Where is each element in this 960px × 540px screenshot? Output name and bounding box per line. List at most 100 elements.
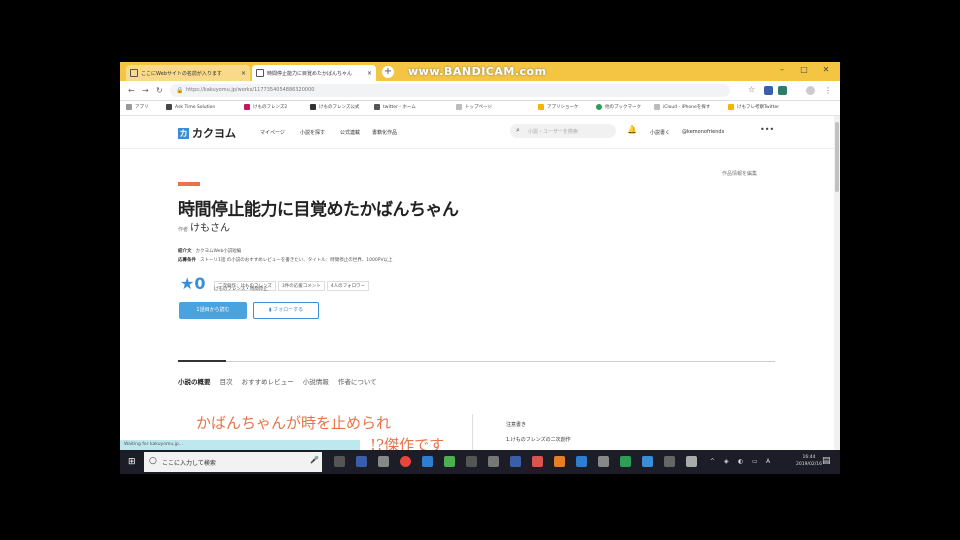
accent-bar [178, 182, 200, 186]
tab-reviews[interactable]: おすすめレビュー [242, 378, 294, 386]
app-icon[interactable] [620, 456, 631, 467]
app-icon[interactable] [576, 456, 587, 467]
site-icon [374, 104, 380, 110]
tab-label: ここにWebサイトの名前が入ります [141, 70, 222, 77]
scrollbar-thumb[interactable] [835, 122, 839, 192]
new-tab-button[interactable]: + [382, 66, 394, 78]
bell-icon[interactable]: 🔔 [627, 125, 637, 134]
bookmark-item[interactable]: けものフレンズ公式 [310, 104, 359, 110]
app-icon[interactable] [554, 456, 565, 467]
maximize-icon[interactable]: □ [794, 65, 814, 74]
nav-books[interactable]: 書籍化作品 [372, 129, 397, 136]
side-heading: 注意書き [506, 422, 527, 428]
browser-tab-active[interactable]: 時間停止能力に目覚めたかばんちゃん × [252, 65, 376, 81]
author-name[interactable]: けもさん [190, 223, 230, 234]
menu-icon[interactable]: ⋮ [824, 86, 832, 95]
mic-icon[interactable]: 🎤 [310, 456, 319, 464]
browser-tab[interactable]: ここにWebサイトの名前が入ります × [126, 65, 250, 81]
reload-icon[interactable]: ↻ [156, 86, 163, 95]
app-icon[interactable] [488, 456, 499, 467]
tab-strip: ここにWebサイトの名前が入ります × 時間停止能力に目覚めたかばんちゃん × … [120, 62, 840, 81]
user-menu[interactable]: @kemonofriends [682, 129, 724, 135]
site-search-input[interactable]: ⌕ 小説・ユーザーを検索 [510, 124, 616, 138]
site-logo[interactable]: カ カクヨム [178, 125, 236, 141]
app-icon[interactable] [422, 456, 433, 467]
volume-icon[interactable]: ◐ [738, 458, 743, 465]
nav-find-novels[interactable]: 小説を探す [300, 129, 325, 136]
author-line: 作者 けもさん [178, 219, 230, 234]
bookmark-item[interactable]: トップページ [456, 104, 492, 110]
meta-row: 紹介文 カクヨムWeb小説短編 [178, 249, 242, 254]
tag[interactable]: 4人のフォロワー [326, 281, 370, 291]
app-icon[interactable] [466, 456, 477, 467]
bookmark-item[interactable]: けもフレ考察Twitter [728, 104, 779, 110]
app-icon[interactable] [664, 456, 675, 467]
bookmark-item[interactable]: Ask Time Solution [166, 104, 215, 110]
bookmark-star-icon[interactable]: ☆ [748, 85, 755, 94]
app-icon[interactable] [532, 456, 543, 467]
site-icon [310, 104, 316, 110]
nav-mypage[interactable]: マイページ [260, 129, 285, 136]
notification-icon[interactable]: ▤ [822, 456, 831, 466]
network-icon[interactable]: ◈ [724, 458, 729, 465]
page-icon [130, 69, 138, 77]
app-icon[interactable] [356, 456, 367, 467]
clock[interactable]: 16:44 2019/02/16 [796, 454, 822, 468]
ime-icon[interactable]: A [766, 458, 770, 465]
bookmark-item[interactable]: アプリショーケ [538, 104, 579, 110]
tab-overview[interactable]: 小説の概要 [178, 378, 211, 386]
tag-line[interactable]: けものフレンズ・時間停止 [214, 286, 268, 292]
author-label: 作者 [178, 227, 189, 233]
tab-contents[interactable]: 目次 [220, 378, 233, 386]
bookmarks-bar: アプリ Ask Time Solution けものフレンズ2 けものフレンズ公式… [120, 101, 840, 116]
nav-official[interactable]: 公式連載 [340, 129, 360, 136]
meta-row: 応募条件 ストーリ1話 の小説のおすすめレビューを書きたい、タイトル：時間停止の世… [178, 258, 393, 263]
app-icon[interactable] [686, 456, 697, 467]
app-icon[interactable] [378, 456, 389, 467]
app-icon[interactable] [642, 456, 653, 467]
catchcopy-line: かばんちゃんが時を止められ [196, 414, 392, 432]
page-icon [256, 69, 264, 77]
back-icon[interactable]: ← [128, 86, 135, 95]
tray-chevron-icon[interactable]: ^ [710, 458, 715, 465]
screen: ここにWebサイトの名前が入ります × 時間停止能力に目覚めたかばんちゃん × … [120, 62, 840, 474]
chrome-icon[interactable] [400, 456, 411, 467]
extension-icon[interactable] [778, 86, 787, 95]
tab-info[interactable]: 小説情報 [303, 378, 329, 386]
bookmark-item[interactable]: けものフレンズ2 [244, 104, 287, 110]
windows-start-icon[interactable]: ⊞ [128, 457, 136, 467]
side-item: 1.けものフレンズの二次創作 [506, 437, 571, 443]
bookmark-item[interactable]: iCloud - iPhoneを探す [654, 104, 710, 110]
app-icon[interactable] [510, 456, 521, 467]
close-window-icon[interactable]: ✕ [816, 65, 836, 74]
more-icon[interactable]: ••• [760, 125, 774, 134]
write-link[interactable]: 小説書く [650, 129, 670, 136]
minimize-icon[interactable]: – [772, 65, 792, 74]
close-icon[interactable]: × [238, 70, 246, 77]
app-icon[interactable] [598, 456, 609, 467]
apps-icon [126, 104, 132, 110]
follow-button[interactable]: ▮ フォローする [253, 302, 319, 319]
bookmark-item[interactable]: twitter - ホーム [374, 104, 416, 110]
page-icon [654, 104, 660, 110]
battery-icon[interactable]: ▭ [752, 458, 758, 465]
forward-icon[interactable]: → [142, 86, 149, 95]
bookmark-item[interactable]: 他のブックマーク [596, 104, 641, 110]
close-icon[interactable]: × [364, 70, 372, 77]
folder-icon [538, 104, 544, 110]
read-from-first-button[interactable]: 1話目から読む [179, 302, 247, 319]
scrollbar[interactable] [834, 116, 840, 458]
taskbar-search-input[interactable]: ○ ここに入力して検索 [144, 452, 322, 472]
clock-time: 16:44 [802, 455, 816, 460]
extension-icon[interactable] [764, 86, 773, 95]
tag[interactable]: 3件の応援コメント [277, 281, 325, 291]
profile-icon[interactable] [806, 86, 815, 95]
bookmark-item[interactable]: アプリ [126, 104, 149, 110]
task-view-icon[interactable] [334, 456, 345, 467]
tab-author[interactable]: 作者について [338, 378, 377, 386]
logo-icon: カ [178, 127, 189, 139]
edit-info-link[interactable]: 作品情報を編集 [722, 170, 757, 177]
active-tab-indicator [178, 360, 226, 362]
app-icon[interactable] [444, 456, 455, 467]
url-field[interactable]: 🔒 https://kakuyomu.jp/works/117735405488… [170, 84, 730, 97]
